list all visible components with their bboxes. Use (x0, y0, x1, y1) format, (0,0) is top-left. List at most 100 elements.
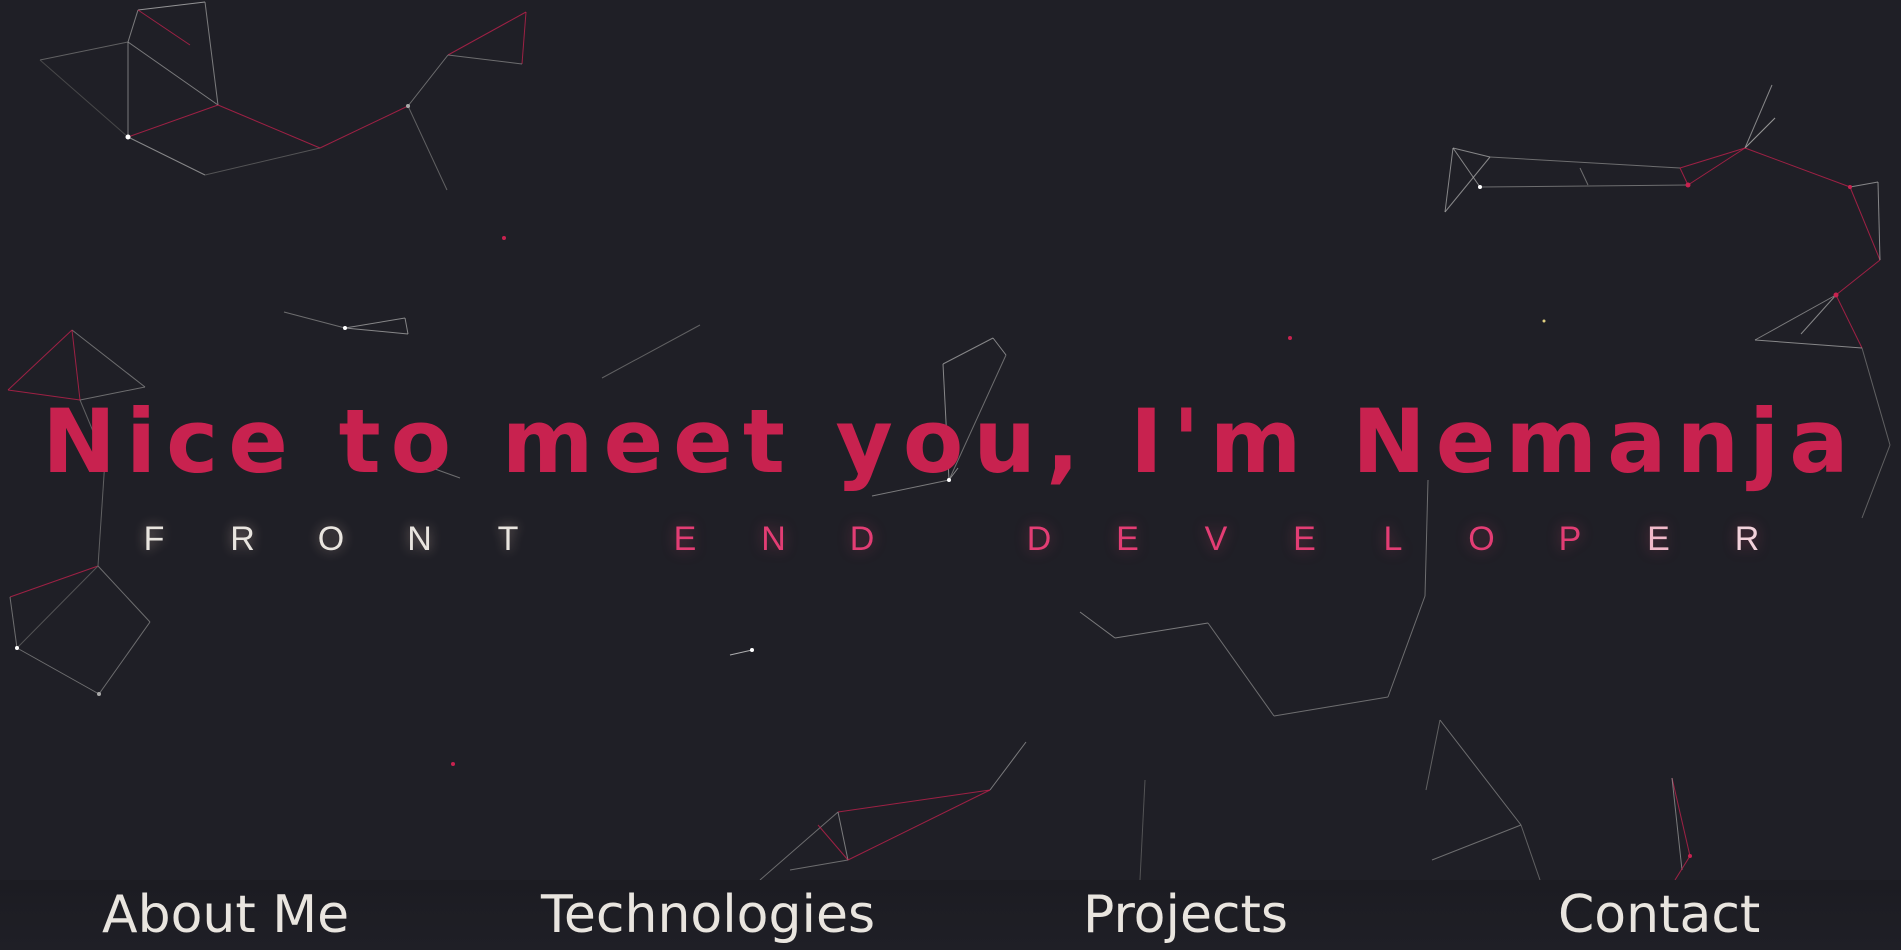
network-line (1849, 186, 1881, 261)
hero-title: Nice to meet you, I'm Nemanja (42, 390, 1859, 493)
network-line (407, 54, 449, 107)
network-line (1744, 117, 1776, 149)
network-line (521, 11, 527, 65)
network-line (447, 54, 523, 65)
network-line (204, 147, 321, 176)
network-node (1542, 319, 1546, 323)
network-line (137, 9, 191, 46)
network-line (1479, 184, 1689, 188)
nav-contact[interactable]: Contact (1558, 880, 1760, 950)
network-line (1139, 779, 1146, 881)
network-line (942, 337, 994, 365)
subtitle-letter: D (849, 520, 875, 558)
network-line (601, 324, 701, 379)
network-line (39, 59, 129, 138)
network-line (447, 11, 527, 56)
subtitle-letter: T (497, 520, 519, 558)
network-line (789, 859, 849, 871)
network-line (1679, 167, 1689, 186)
bottom-navigation: About Me Technologies Projects Contact (0, 880, 1901, 950)
network-node (1688, 854, 1692, 858)
network-node (343, 326, 347, 330)
subtitle-letter: E (1293, 520, 1316, 558)
network-line (39, 41, 129, 61)
network-line (1207, 622, 1275, 717)
nav-technologies[interactable]: Technologies (541, 880, 875, 950)
network-line (7, 329, 73, 391)
network-line (319, 105, 409, 149)
network-line (817, 824, 849, 861)
network-line (137, 1, 206, 11)
subtitle-letter: P (1558, 520, 1582, 558)
network-line (1444, 147, 1454, 213)
network-line (344, 317, 406, 329)
network-line (729, 649, 753, 656)
subtitle-letter: R (1734, 520, 1760, 558)
network-line (344, 327, 409, 335)
network-line (404, 317, 409, 335)
network-line (98, 621, 151, 695)
network-line (1674, 855, 1691, 881)
network-line (837, 811, 849, 861)
subtitle-letter: E (1647, 520, 1670, 558)
network-line (1273, 696, 1389, 717)
network-line (127, 41, 219, 106)
network-line (1579, 167, 1589, 186)
subtitle-letter: N (761, 520, 786, 558)
network-line (407, 105, 448, 191)
network-line (1671, 777, 1691, 857)
subtitle-letter: E (673, 520, 697, 558)
network-line (989, 741, 1027, 791)
network-line (16, 647, 100, 695)
subtitle-letter: O (1468, 520, 1495, 558)
network-line (204, 1, 219, 106)
network-line (1114, 622, 1209, 639)
nav-projects[interactable]: Projects (1083, 880, 1288, 950)
network-line (16, 565, 99, 649)
network-line (1431, 824, 1522, 861)
network-node (1478, 185, 1482, 189)
subtitle-letter: F (143, 520, 165, 558)
network-line (127, 136, 206, 176)
subtitle-space (906, 514, 995, 564)
network-line (1849, 181, 1879, 188)
network-line (1835, 259, 1881, 296)
network-line (97, 565, 151, 623)
subtitle-letter: O (317, 520, 345, 558)
subtitle-letter: R (230, 520, 255, 558)
network-line (1687, 147, 1746, 186)
network-line (1520, 824, 1541, 881)
network-line (1835, 294, 1863, 349)
network-node (1848, 185, 1852, 189)
network-line (1877, 181, 1881, 261)
network-line (1754, 339, 1863, 349)
network-line (283, 311, 346, 329)
network-line (1671, 777, 1683, 871)
subtitle-space (552, 514, 641, 564)
network-node (97, 692, 101, 696)
network-node (15, 646, 19, 650)
network-node (750, 648, 754, 652)
hero-section: Nice to meet you, I'm Nemanja F R O N T … (0, 0, 1901, 950)
network-node (406, 104, 410, 108)
network-line (992, 337, 1007, 356)
subtitle-letter: D (1026, 520, 1052, 558)
subtitle-letter: E (1116, 520, 1139, 558)
network-line (1754, 294, 1837, 341)
network-node (1288, 336, 1292, 340)
hero-subtitle: F R O N T E N D D E V E L O P E R (0, 514, 1901, 564)
network-node (1833, 292, 1839, 298)
network-line (9, 596, 18, 649)
network-line (1387, 595, 1426, 698)
network-line (1744, 147, 1851, 188)
network-node (502, 236, 506, 240)
network-line (1744, 84, 1773, 149)
network-node (1685, 182, 1691, 188)
network-line (9, 565, 99, 598)
nav-about-me[interactable]: About Me (102, 880, 349, 950)
network-line (759, 811, 839, 881)
network-node (125, 134, 131, 140)
network-line (127, 104, 219, 138)
subtitle-letter: L (1383, 520, 1403, 558)
network-line (1679, 147, 1746, 169)
